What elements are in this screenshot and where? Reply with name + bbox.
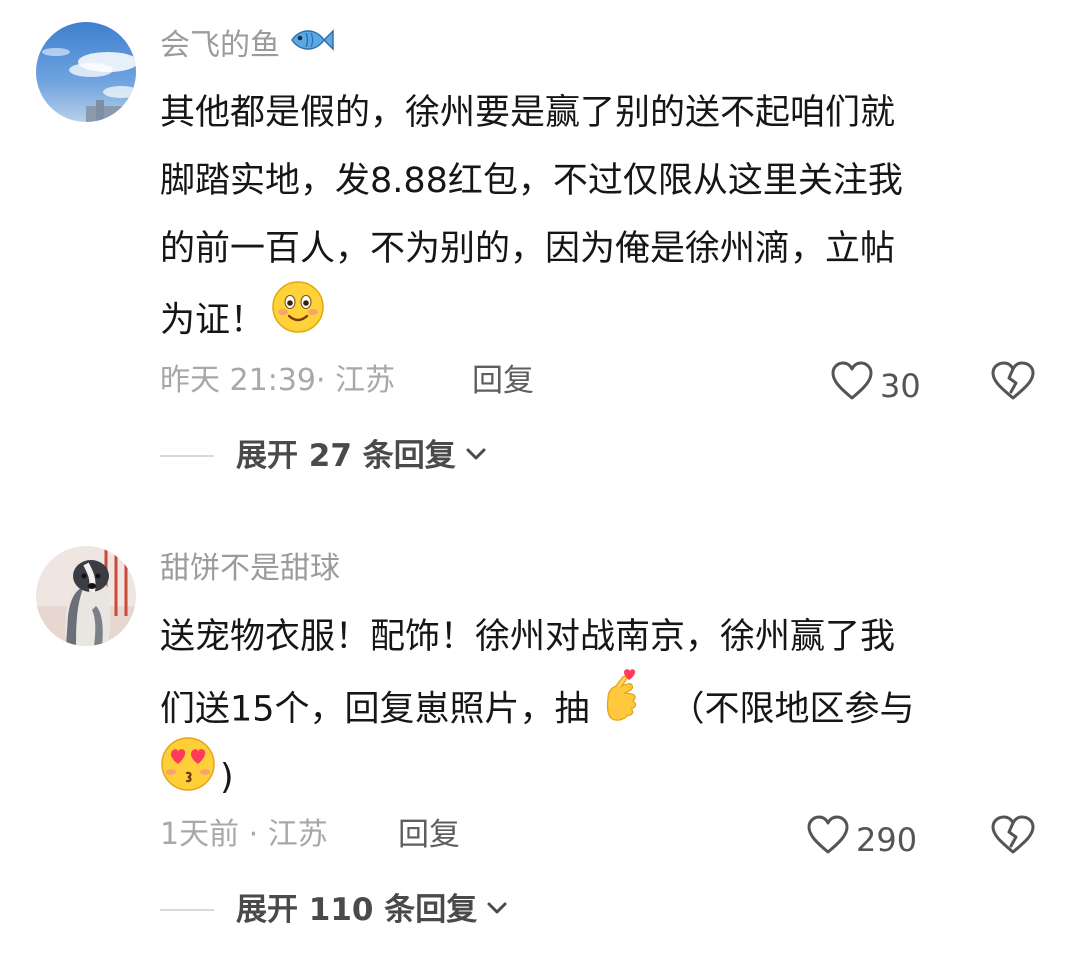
chevron-down-icon (464, 446, 488, 466)
divider (160, 909, 214, 911)
comment-line: 脚踏实地，发8.88红包，不过仅限从这里关注我 (160, 161, 903, 201)
reply-button[interactable]: 回复 (472, 361, 534, 401)
username-text: 甜饼不是甜球 (160, 551, 340, 586)
heart-icon (830, 361, 874, 410)
timestamp: 1天前 (160, 817, 240, 852)
comment-text: 其他都是假的，徐州要是赢了别的送不起咱们就 脚踏实地，发8.88红包，不过仅限从… (160, 79, 1020, 351)
heart-eyes-kiss-emoji (160, 736, 216, 815)
reply-button[interactable]: 回复 (398, 815, 460, 855)
like-count: 290 (856, 820, 918, 859)
like-count: 30 (880, 366, 921, 405)
location: · 江苏 (248, 817, 328, 852)
broken-heart-icon[interactable] (990, 361, 1036, 405)
username[interactable]: 甜饼不是甜球 (160, 549, 340, 589)
comment-text: 送宠物衣服！配饰！徐州对战南京，徐州赢了我 们送15个，回复崽照片，抽 （不限地… (160, 603, 1020, 807)
heart-icon (806, 815, 850, 864)
comment-line: 其他都是假的，徐州要是赢了别的送不起咱们就 (160, 93, 896, 133)
comment-line: （不限地区参与 (669, 689, 915, 730)
username-text: 会飞的鱼 (160, 27, 280, 63)
comment-line: 们送15个，回复崽照片，抽 (160, 689, 590, 730)
broken-heart-icon[interactable] (990, 815, 1036, 859)
divider (160, 455, 214, 457)
avatar[interactable] (36, 546, 136, 646)
smiling-face-emoji (271, 280, 325, 357)
comment-line: 送宠物衣服！配饰！徐州对战南京，徐州赢了我 (160, 617, 896, 657)
location: · 江苏 (316, 363, 396, 398)
like-button[interactable]: 290 (806, 815, 917, 864)
expand-replies-label: 展开 27 条回复 (236, 438, 456, 474)
comment-meta: 昨天 21:39· 江苏 (160, 361, 395, 401)
avatar[interactable] (36, 22, 136, 122)
comment-line-with-emoji: ) (160, 737, 1020, 807)
comment-line-last: 为证！ (160, 281, 1020, 351)
expand-replies-button[interactable]: 展开 110 条回复 (160, 890, 509, 930)
comment-line: 为证！ (160, 300, 266, 341)
fish-icon (290, 25, 334, 66)
chevron-down-icon (485, 900, 509, 920)
finger-heart-emoji (598, 668, 646, 747)
expand-replies-label: 展开 110 条回复 (236, 892, 478, 928)
comment-item: 会飞的鱼 其他都是假的，徐州要是赢了别的送不起咱们就 脚踏实地，发8.88红包，… (0, 0, 1080, 500)
timestamp: 昨天 21:39 (160, 363, 316, 398)
username[interactable]: 会飞的鱼 (160, 25, 334, 66)
comment-line-with-emoji: 们送15个，回复崽照片，抽 （不限地区参与 (160, 669, 1020, 739)
comment-meta: 1天前 · 江苏 (160, 815, 328, 855)
like-button[interactable]: 30 (830, 361, 921, 410)
comment-line: ) (220, 757, 234, 798)
comment-item: 甜饼不是甜球 送宠物衣服！配饰！徐州对战南京，徐州赢了我 们送15个，回复崽照片… (0, 500, 1080, 956)
comment-line: 的前一百人，不为别的，因为俺是徐州滴，立帖 (160, 229, 896, 269)
expand-replies-button[interactable]: 展开 27 条回复 (160, 436, 488, 476)
